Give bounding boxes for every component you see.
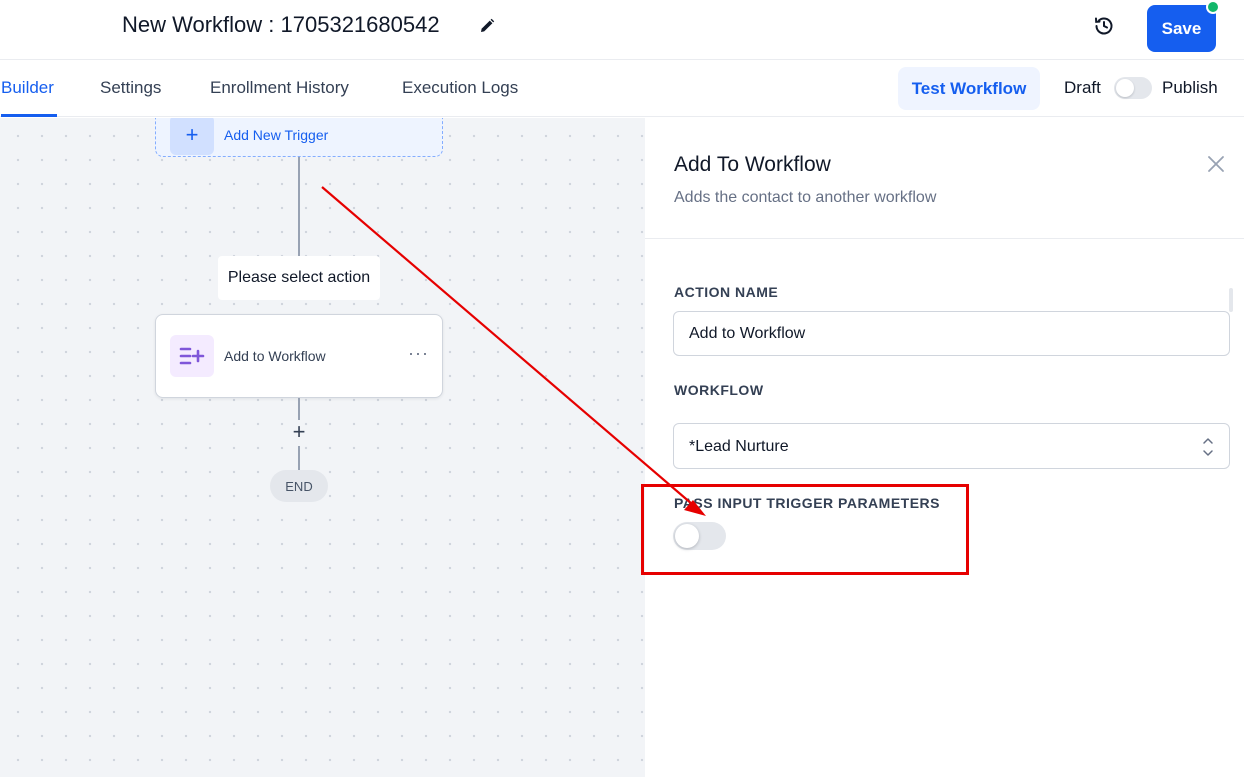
history-icon[interactable] xyxy=(1092,14,1116,38)
active-tab-indicator xyxy=(1,114,57,117)
close-icon[interactable] xyxy=(1204,152,1228,176)
publish-label: Publish xyxy=(1162,78,1218,97)
action-card-add-to-workflow[interactable]: Add to Workflow ··· xyxy=(155,314,443,398)
action-name-label: ACTION NAME xyxy=(674,284,779,300)
add-step-button[interactable]: + xyxy=(289,420,309,444)
panel-title: Add To Workflow xyxy=(674,153,831,176)
list-add-icon xyxy=(170,335,214,377)
publish-toggle[interactable] xyxy=(1114,77,1152,99)
draft-label: Draft xyxy=(1064,78,1101,97)
connector-line xyxy=(298,398,300,420)
end-node: END xyxy=(270,470,328,502)
panel-subtitle: Adds the contact to another workflow xyxy=(674,189,937,206)
plus-icon: + xyxy=(170,118,214,155)
workflow-select-value: *Lead Nurture xyxy=(689,438,789,455)
tab-settings[interactable]: Settings xyxy=(100,78,161,98)
tab-enrollment-history[interactable]: Enrollment History xyxy=(210,78,349,98)
workflow-canvas[interactable]: + Add New Trigger Please select action A… xyxy=(0,118,645,777)
status-dot xyxy=(1206,0,1220,14)
tab-builder[interactable]: Builder xyxy=(1,78,54,98)
tab-bar: Builder Settings Enrollment History Exec… xyxy=(0,60,1244,117)
select-action-label: Please select action xyxy=(218,256,380,300)
action-card-label: Add to Workflow xyxy=(224,348,326,364)
pass-params-toggle[interactable] xyxy=(673,522,726,550)
connector-line xyxy=(298,157,300,256)
test-workflow-button[interactable]: Test Workflow xyxy=(898,67,1040,110)
panel-divider xyxy=(645,238,1244,239)
pass-params-label: PASS INPUT TRIGGER PARAMETERS xyxy=(674,495,941,511)
workflow-label: WORKFLOW xyxy=(674,382,764,398)
add-trigger-card[interactable]: + Add New Trigger xyxy=(155,118,443,157)
scrollbar[interactable] xyxy=(1229,288,1233,312)
workflow-title: New Workflow : 1705321680542 xyxy=(122,12,440,37)
save-button[interactable]: Save xyxy=(1147,5,1216,52)
more-horizontal-icon[interactable]: ··· xyxy=(408,343,429,364)
action-name-input[interactable] xyxy=(673,311,1230,356)
top-header: New Workflow : 1705321680542 Save xyxy=(0,0,1244,60)
action-settings-panel: Add To Workflow Adds the contact to anot… xyxy=(645,118,1244,777)
pencil-icon[interactable] xyxy=(476,15,498,37)
add-trigger-label: Add New Trigger xyxy=(224,127,329,143)
pass-params-toggle-knob xyxy=(675,524,699,548)
publish-toggle-knob xyxy=(1116,79,1134,97)
tab-execution-logs[interactable]: Execution Logs xyxy=(402,78,518,98)
workflow-select[interactable]: *Lead Nurture xyxy=(673,423,1230,469)
connector-line xyxy=(298,446,300,470)
chevron-up-down-icon xyxy=(1201,436,1215,458)
